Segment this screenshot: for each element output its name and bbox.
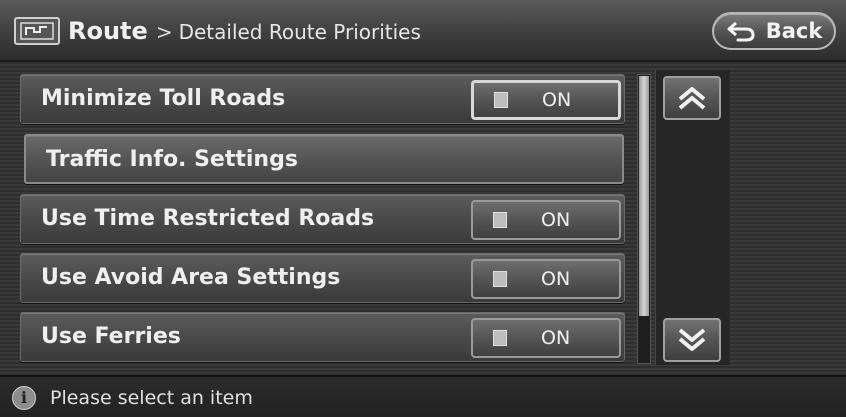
info-icon: i (12, 386, 36, 410)
navigation-screen: Route > Detailed Route Priorities Back Min… (0, 0, 846, 417)
list-item-label: Traffic Info. Settings (46, 147, 298, 172)
title-main: Route (68, 17, 148, 45)
scroll-up-button[interactable] (663, 76, 721, 120)
toggle-indicator (493, 271, 507, 287)
toggle-label: ON (541, 209, 571, 231)
header-bar: Route > Detailed Route Priorities Back (0, 0, 846, 62)
scrollbar-thumb[interactable] (639, 76, 649, 316)
list-item-label: Minimize Toll Roads (41, 86, 286, 111)
list-item-traffic-info-settings[interactable]: Traffic Info. Settings (24, 134, 624, 184)
page-title: Route > Detailed Route Priorities (68, 14, 421, 48)
back-button-label: Back (765, 19, 823, 43)
toggle-indicator (494, 92, 508, 108)
toggle-use-time-restricted-roads[interactable]: ON (471, 200, 621, 240)
list-item-use-time-restricted-roads[interactable]: Use Time Restricted Roads ON (20, 194, 625, 244)
back-button[interactable]: Back (712, 12, 836, 50)
toggle-indicator (493, 330, 507, 346)
toggle-label: ON (541, 327, 571, 349)
back-arrow-icon (727, 21, 755, 42)
toggle-minimize-toll-roads[interactable]: ON (471, 80, 621, 120)
breadcrumb-separator: > (155, 20, 173, 44)
list-item-label: Use Time Restricted Roads (41, 206, 375, 231)
list-item-label: Use Ferries (41, 324, 181, 349)
chevron-double-up-icon (678, 87, 706, 110)
status-message: Please select an item (50, 387, 253, 409)
list-item-label: Use Avoid Area Settings (41, 265, 341, 290)
toggle-use-ferries[interactable]: ON (471, 318, 621, 358)
toggle-label: ON (541, 268, 571, 290)
scroll-down-button[interactable] (663, 318, 721, 362)
route-map-icon (14, 17, 60, 45)
status-bar: i Please select an item (0, 375, 846, 417)
toggle-label: ON (542, 89, 572, 111)
list-item-minimize-toll-roads[interactable]: Minimize Toll Roads ON (20, 74, 625, 124)
chevron-double-down-icon (678, 328, 706, 351)
list-item-use-ferries[interactable]: Use Ferries ON (20, 312, 625, 362)
title-sub: Detailed Route Priorities (178, 20, 421, 44)
toggle-indicator (493, 212, 507, 228)
toggle-use-avoid-area-settings[interactable]: ON (471, 259, 621, 299)
list-item-use-avoid-area-settings[interactable]: Use Avoid Area Settings ON (20, 253, 625, 303)
